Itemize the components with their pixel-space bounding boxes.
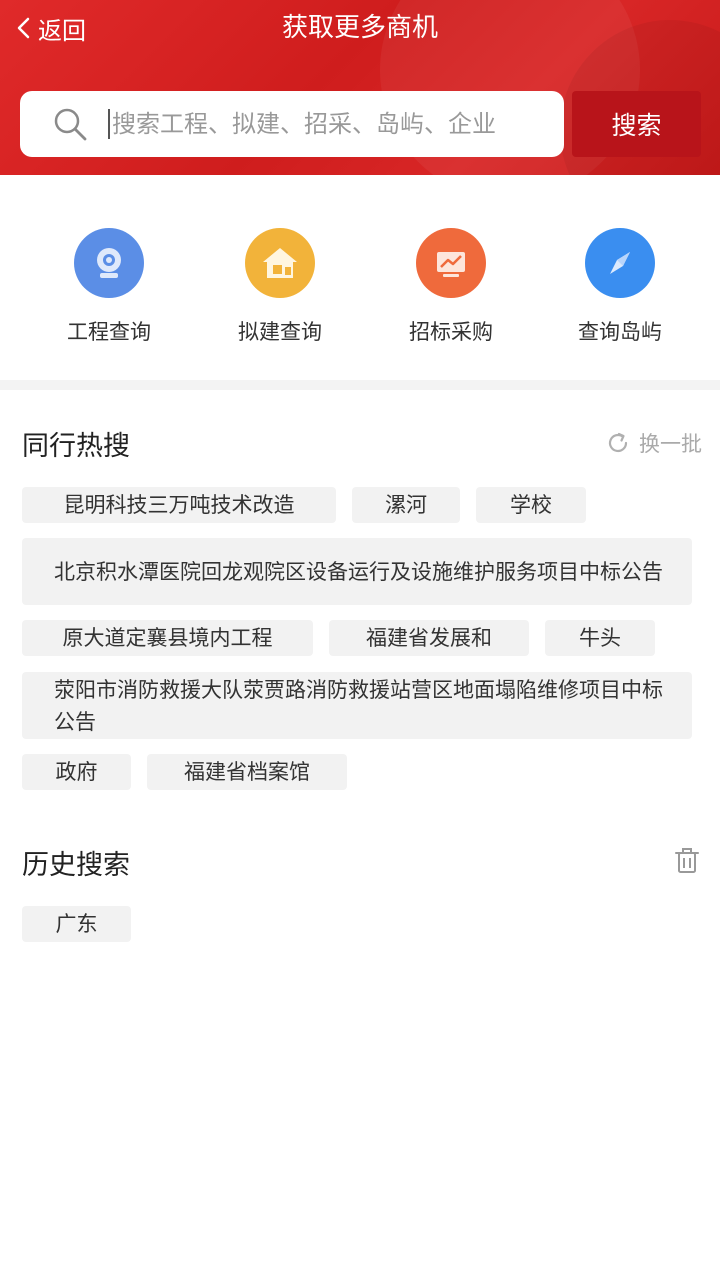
search-icon [54,108,87,141]
quick-action-planned-query[interactable]: 拟建查询 [195,228,365,346]
hot-search-tag[interactable]: 牛头 [545,620,655,656]
hot-search-tag[interactable]: 政府 [22,754,131,790]
hot-search-tag[interactable]: 学校 [476,487,586,523]
back-button[interactable]: 返回 [16,10,86,46]
refresh-label: 换一批 [639,432,702,456]
refresh-icon [608,432,628,453]
hot-search-tag[interactable]: 北京积水潭医院回龙观院区设备运行及设施维护服务项目中标公告 [22,538,692,605]
hot-search-title: 同行热搜 [22,431,130,462]
quick-action-label: 拟建查询 [238,320,322,344]
hot-search-tag[interactable]: 原大道定襄县境内工程 [22,620,313,656]
house-icon [245,228,315,298]
hot-search-tag[interactable]: 荥阳市消防救援大队荥贾路消防救援站营区地面塌陷维修项目中标公告 [22,672,692,739]
history-tag[interactable]: 广东 [22,906,131,942]
header-bar: 获取更多商机 返回 搜索 [0,0,720,175]
search-button[interactable]: 搜索 [572,91,701,157]
section-divider [0,380,720,390]
quick-action-label: 工程查询 [67,320,151,344]
quick-actions: 工程查询 拟建查询 招标采购 查询岛屿 [0,175,720,380]
hot-search-tag[interactable]: 福建省发展和 [329,620,529,656]
search-box[interactable] [20,91,564,157]
quick-action-project-query[interactable]: 工程查询 [24,228,194,346]
quick-action-label: 招标采购 [409,320,493,344]
quick-action-label: 查询岛屿 [578,320,662,344]
clear-history-button[interactable] [672,846,702,880]
search-input[interactable] [108,109,554,139]
hot-search-tag[interactable]: 昆明科技三万吨技术改造 [22,487,336,523]
hot-search-tag[interactable]: 漯河 [352,487,460,523]
page-title: 获取更多商机 [281,13,438,43]
quick-action-island[interactable]: 查询岛屿 [535,228,705,346]
chart-board-icon [416,228,486,298]
chevron-left-icon [17,17,30,39]
back-label: 返回 [38,16,86,45]
hot-search-tag[interactable]: 福建省档案馆 [147,754,347,790]
compass-icon [585,228,655,298]
trash-icon [675,848,699,873]
refresh-button[interactable]: 换一批 [605,428,702,458]
camera-icon [74,228,144,298]
quick-action-tender[interactable]: 招标采购 [366,228,536,346]
history-title: 历史搜索 [22,850,130,881]
